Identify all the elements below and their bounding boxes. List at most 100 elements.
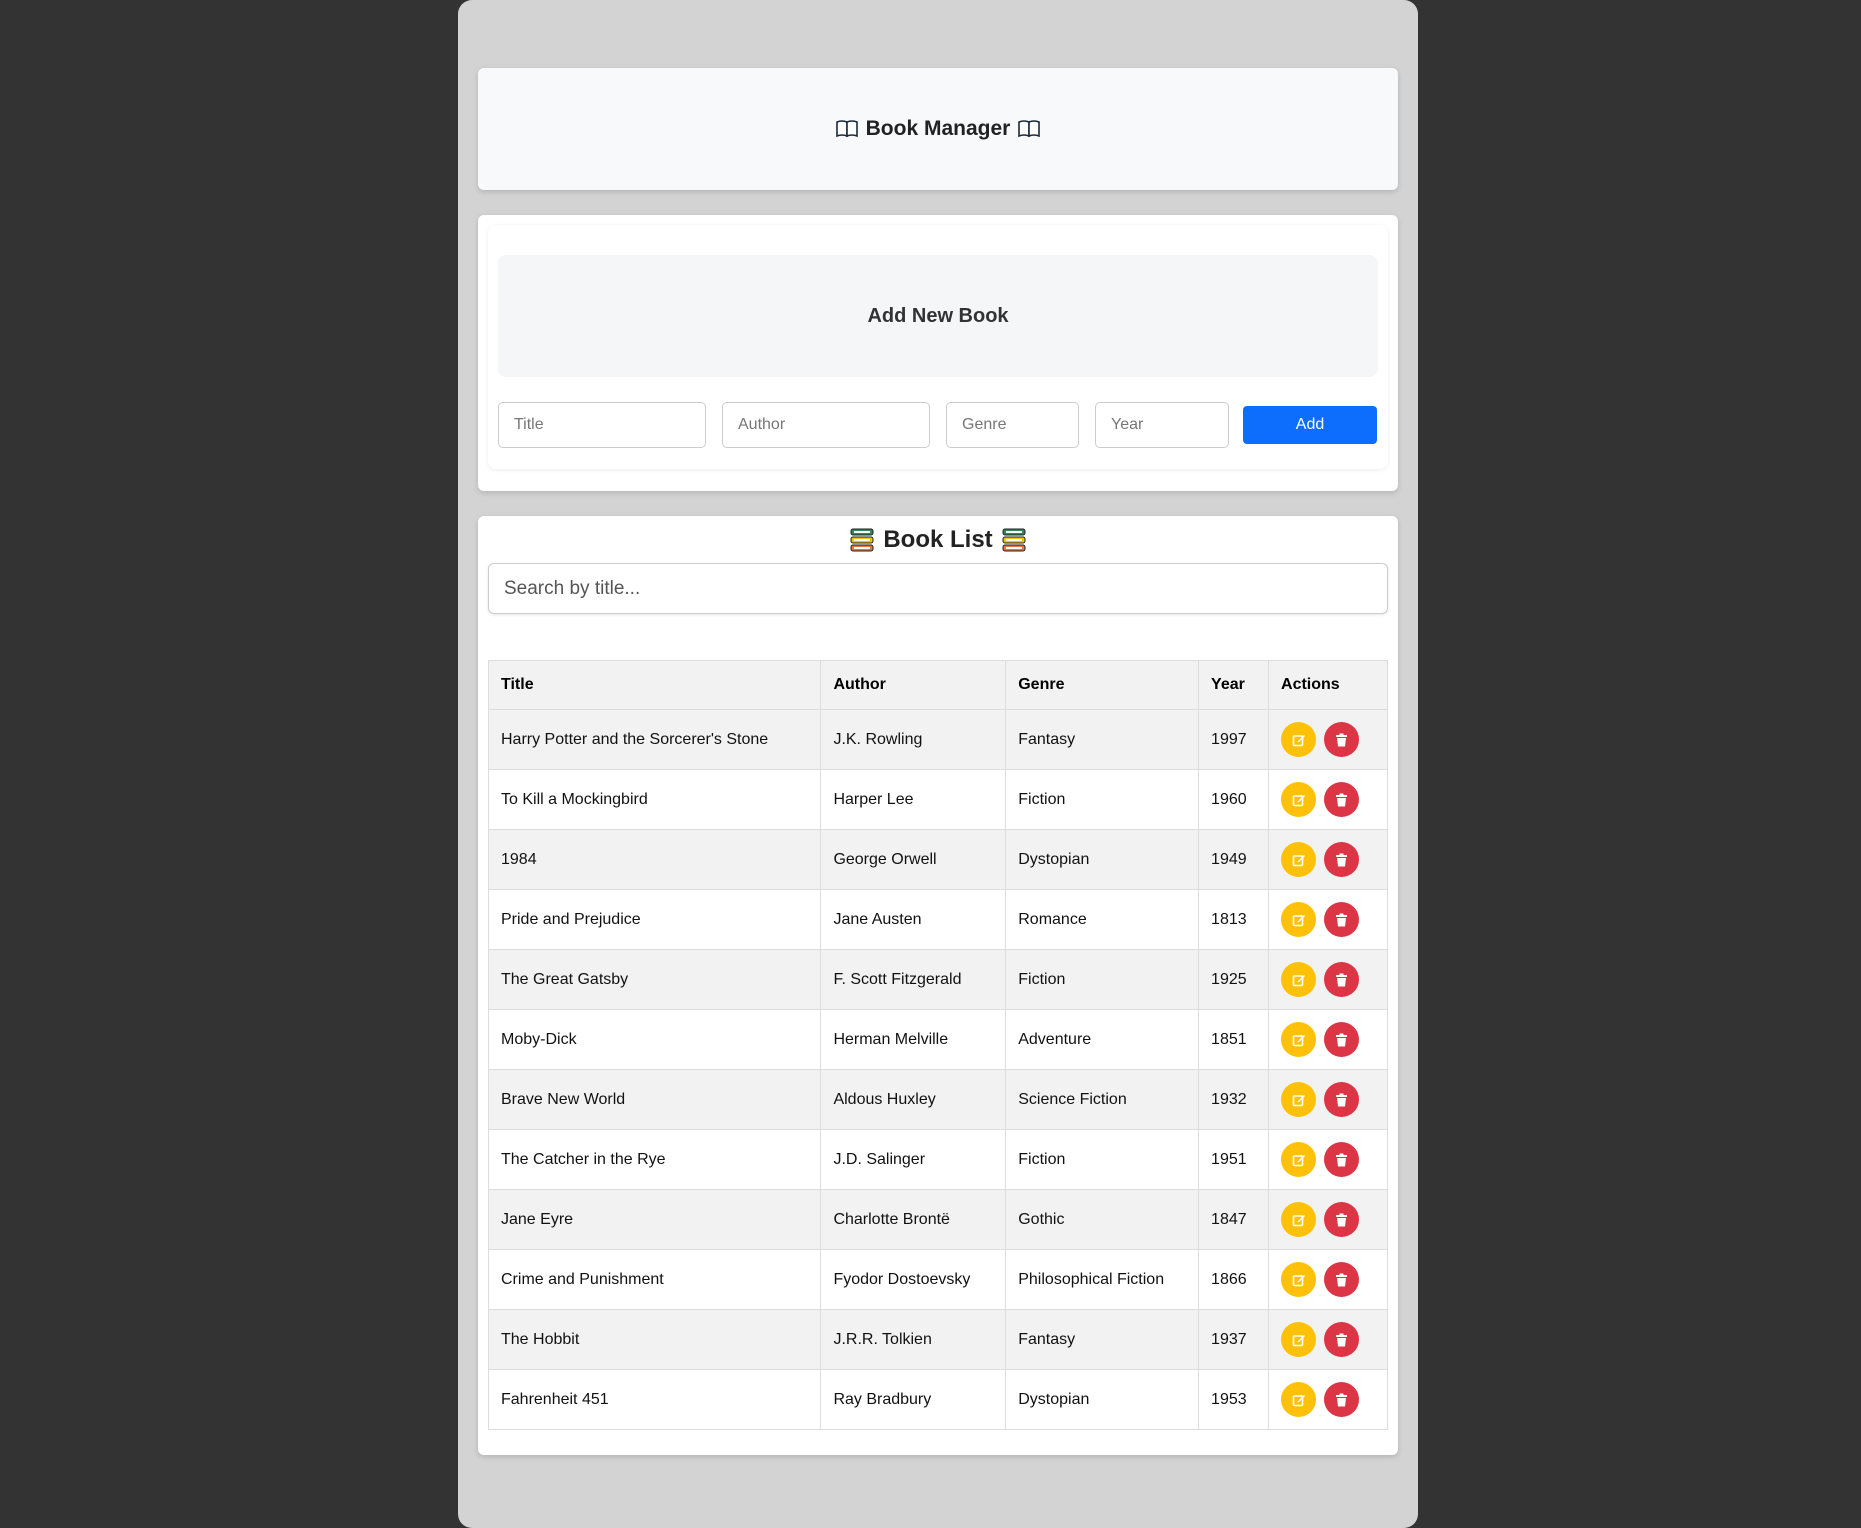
cell-author: J.K. Rowling <box>820 709 1007 770</box>
table-row: Jane Eyre Charlotte Brontë Gothic 1847 <box>487 1189 1388 1250</box>
cell-actions <box>1268 1249 1388 1310</box>
trash-icon <box>1336 1333 1348 1346</box>
cell-year: 1949 <box>1198 829 1270 890</box>
table-row: Pride and Prejudice Jane Austen Romance 181… <box>487 889 1388 950</box>
open-book-icon <box>1018 120 1041 138</box>
add-book-heading: Add New Book <box>498 255 1378 377</box>
table-row: Harry Potter and the Sorcerer's Stone J.K… <box>487 709 1388 770</box>
cell-actions <box>1268 1369 1388 1430</box>
edit-button[interactable] <box>1281 902 1317 937</box>
header-card: Book Manager <box>478 68 1398 190</box>
delete-button[interactable] <box>1324 1382 1360 1417</box>
cell-year: 1960 <box>1198 769 1270 830</box>
edit-button[interactable] <box>1281 1082 1317 1117</box>
cell-actions <box>1268 889 1388 950</box>
cell-year: 1937 <box>1198 1309 1270 1370</box>
table-row: The Hobbit J.R.R. Tolkien Fantasy 1937 <box>487 1309 1388 1370</box>
edit-button[interactable] <box>1281 1382 1317 1417</box>
delete-button[interactable] <box>1324 902 1360 937</box>
row-actions <box>1281 722 1375 757</box>
cell-author: J.D. Salinger <box>820 1129 1007 1190</box>
edit-button[interactable] <box>1281 1202 1317 1237</box>
cell-actions <box>1268 1129 1388 1190</box>
row-actions <box>1281 1262 1375 1297</box>
cell-genre: Romance <box>1005 889 1200 950</box>
edit-button[interactable] <box>1281 782 1317 817</box>
cell-title: Pride and Prejudice <box>487 889 822 950</box>
column-header-year[interactable]: Year <box>1198 660 1270 710</box>
trash-icon <box>1336 1273 1348 1286</box>
row-actions <box>1281 962 1375 997</box>
cell-actions <box>1268 1189 1388 1250</box>
cell-year: 1866 <box>1198 1249 1270 1310</box>
delete-button[interactable] <box>1324 962 1360 997</box>
delete-button[interactable] <box>1324 782 1360 817</box>
edit-icon <box>1292 1214 1305 1226</box>
table-row: Crime and Punishment Fyodor Dostoevsky Phi… <box>487 1249 1388 1310</box>
trash-icon <box>1336 793 1348 806</box>
delete-button[interactable] <box>1324 1262 1360 1297</box>
add-button[interactable]: Add <box>1243 406 1377 444</box>
column-header-genre[interactable]: Genre <box>1005 660 1200 710</box>
trash-icon <box>1336 973 1348 986</box>
cell-year: 1951 <box>1198 1129 1270 1190</box>
edit-icon <box>1292 1154 1305 1166</box>
delete-button[interactable] <box>1324 1142 1360 1177</box>
edit-icon <box>1292 974 1305 986</box>
cell-year: 1932 <box>1198 1069 1270 1130</box>
delete-button[interactable] <box>1324 842 1360 877</box>
cell-author: Charlotte Brontë <box>820 1189 1007 1250</box>
delete-button[interactable] <box>1324 1082 1360 1117</box>
edit-button[interactable] <box>1281 842 1317 877</box>
cell-title: The Great Gatsby <box>487 949 822 1010</box>
author-input[interactable] <box>722 402 930 448</box>
books-stack-icon <box>1002 528 1026 552</box>
edit-icon <box>1292 794 1305 806</box>
cell-year: 1997 <box>1198 709 1270 770</box>
book-list-title-text: Book List <box>883 526 993 553</box>
cell-actions <box>1268 1009 1388 1070</box>
edit-icon <box>1292 854 1305 866</box>
cell-author: J.R.R. Tolkien <box>820 1309 1007 1370</box>
edit-icon <box>1292 1094 1305 1106</box>
genre-input[interactable] <box>946 402 1079 448</box>
cell-title: The Hobbit <box>487 1309 822 1370</box>
search-input[interactable] <box>488 563 1388 614</box>
edit-button[interactable] <box>1281 722 1317 757</box>
table-row: Moby-Dick Herman Melville Adventure 1851 <box>487 1009 1388 1070</box>
edit-button[interactable] <box>1281 1262 1317 1297</box>
trash-icon <box>1336 1393 1348 1406</box>
trash-icon <box>1336 1033 1348 1046</box>
column-header-actions: Actions <box>1268 660 1388 710</box>
cell-title: Moby-Dick <box>487 1009 822 1070</box>
trash-icon <box>1336 1093 1348 1106</box>
column-header-title[interactable]: Title <box>487 660 822 710</box>
delete-button[interactable] <box>1324 1022 1360 1057</box>
edit-button[interactable] <box>1281 1022 1317 1057</box>
edit-icon <box>1292 1334 1305 1346</box>
app-container: Book Manager Add New Book Add <box>458 0 1418 1528</box>
edit-button[interactable] <box>1281 1322 1317 1357</box>
delete-button[interactable] <box>1324 1202 1360 1237</box>
edit-button[interactable] <box>1281 962 1317 997</box>
cell-author: Herman Melville <box>820 1009 1007 1070</box>
cell-genre: Adventure <box>1005 1009 1200 1070</box>
cell-author: Aldous Huxley <box>820 1069 1007 1130</box>
column-header-author[interactable]: Author <box>820 660 1007 710</box>
trash-icon <box>1336 733 1348 746</box>
cell-year: 1953 <box>1198 1369 1270 1430</box>
year-input[interactable] <box>1095 402 1229 448</box>
cell-title: The Catcher in the Rye <box>487 1129 822 1190</box>
table-row: The Catcher in the Rye J.D. Salinger Ficti… <box>487 1129 1388 1190</box>
cell-year: 1925 <box>1198 949 1270 1010</box>
title-input[interactable] <box>498 402 706 448</box>
delete-button[interactable] <box>1324 1322 1360 1357</box>
edit-button[interactable] <box>1281 1142 1317 1177</box>
row-actions <box>1281 782 1375 817</box>
edit-icon <box>1292 1394 1305 1406</box>
cell-actions <box>1268 1309 1388 1370</box>
row-actions <box>1281 1322 1375 1357</box>
table-header-row: Title Author Genre Year Actions <box>487 660 1388 710</box>
row-actions <box>1281 1382 1375 1417</box>
delete-button[interactable] <box>1324 722 1360 757</box>
